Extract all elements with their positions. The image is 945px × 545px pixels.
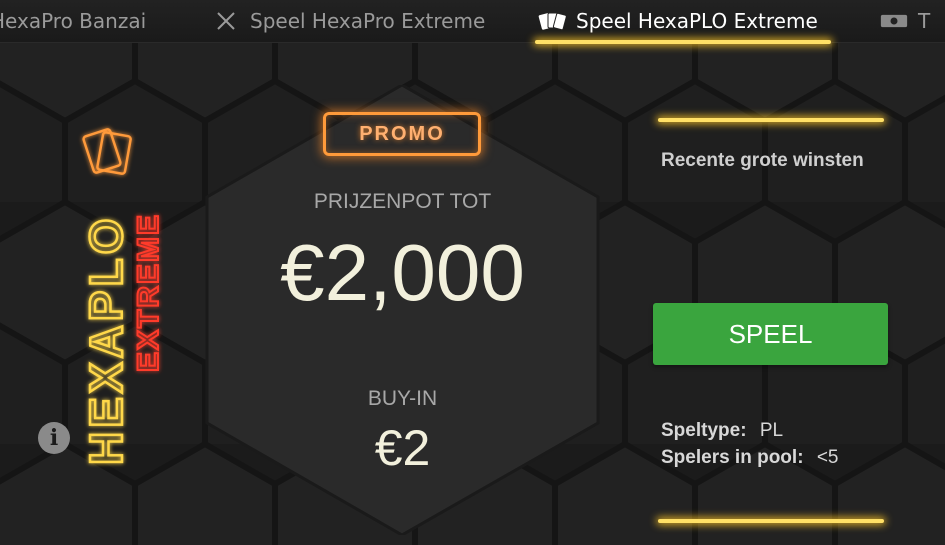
game-type-row: Speltype: PL — [661, 420, 783, 442]
ticket-icon — [880, 9, 908, 33]
tab-label: Speel HexaPro Extreme — [250, 9, 486, 33]
tab-hexapro-banzai[interactable]: HexaPro Banzai — [0, 0, 146, 42]
tab-hexaplo-extreme[interactable]: Speel HexaPLO Extreme — [538, 0, 818, 42]
cards-icon — [538, 9, 566, 33]
players-in-pool-row: Spelers in pool: <5 — [661, 447, 838, 469]
cards-logo-icon — [82, 128, 132, 175]
tab-t[interactable]: T — [880, 0, 930, 42]
players-in-pool-label: Spelers in pool: — [661, 447, 804, 468]
play-button-label: SPEEL — [728, 318, 813, 349]
prize-pool-label: PRIJZENPOT TOT — [313, 190, 492, 213]
crossed-swords-icon — [212, 9, 240, 33]
buyin-value: €2 — [374, 420, 431, 476]
recent-wins-label: Recente grote winsten — [661, 150, 864, 171]
game-type-label: Speltype: — [661, 420, 747, 441]
info-icon: i — [49, 425, 59, 451]
game-tab-bar: HexaPro Banzai Speel HexaPro Extreme Spe… — [0, 0, 945, 43]
game-type-value: PL — [759, 420, 784, 441]
tab-hexapro-extreme[interactable]: Speel HexaPro Extreme — [212, 0, 485, 42]
active-tab-indicator — [535, 40, 831, 44]
prize-pool-value: €2,000 — [280, 228, 525, 317]
play-button[interactable]: SPEEL — [653, 303, 888, 365]
logo-word-extreme: EXTREME — [132, 213, 165, 372]
logo-word-hexaplo: HEXAPLO — [80, 215, 132, 465]
tab-label: T — [918, 9, 931, 33]
players-in-pool-value: <5 — [816, 447, 839, 468]
promo-label: PROMO — [359, 122, 445, 145]
buyin-label: BUY-IN — [367, 387, 438, 410]
neon-divider-bottom — [658, 519, 884, 523]
neon-divider-top — [658, 118, 884, 122]
hexaplo-extreme-logo: HEXAPLO EXTREME — [79, 128, 166, 466]
promo-badge: PROMO — [323, 112, 481, 156]
info-button[interactable]: i — [38, 422, 70, 454]
tab-label: Speel HexaPLO Extreme — [576, 9, 818, 33]
tab-label: HexaPro Banzai — [0, 9, 147, 33]
